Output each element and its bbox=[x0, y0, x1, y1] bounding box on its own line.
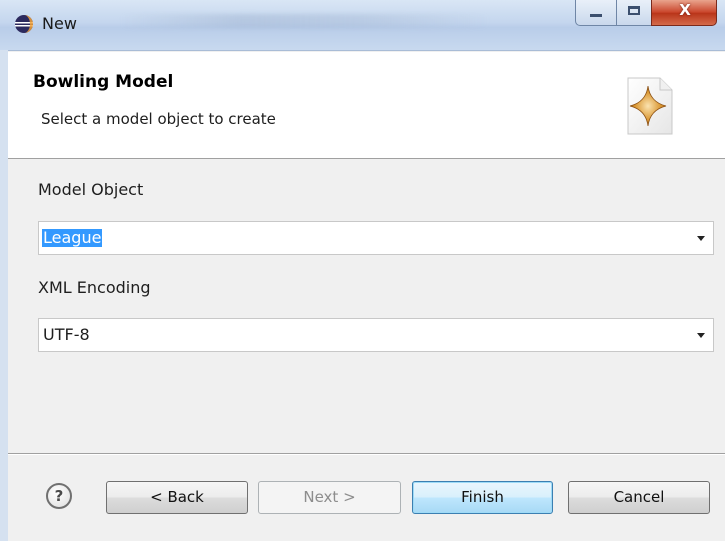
window-title: New bbox=[42, 14, 77, 33]
cancel-button[interactable]: Cancel bbox=[568, 481, 710, 514]
xml-encoding-combo[interactable]: UTF-8 bbox=[38, 318, 714, 352]
chevron-down-icon[interactable] bbox=[697, 236, 705, 241]
close-icon: X bbox=[679, 1, 691, 19]
close-button[interactable]: X bbox=[651, 0, 717, 26]
maximize-button[interactable] bbox=[616, 0, 652, 26]
chevron-down-icon[interactable] bbox=[697, 333, 705, 338]
maximize-icon bbox=[628, 6, 640, 15]
title-bar[interactable]: New X bbox=[0, 0, 725, 51]
window-left-edge bbox=[0, 50, 8, 541]
page-description: Select a model object to create bbox=[41, 110, 276, 128]
finish-button[interactable]: Finish bbox=[412, 481, 553, 514]
help-icon[interactable]: ? bbox=[46, 483, 72, 509]
xml-encoding-value: UTF-8 bbox=[43, 325, 90, 344]
title-bar-blur bbox=[120, 14, 490, 28]
model-object-combo[interactable]: League bbox=[38, 221, 714, 255]
button-bar-divider-highlight bbox=[8, 454, 725, 455]
minimize-icon bbox=[590, 14, 602, 17]
page-title: Bowling Model bbox=[33, 72, 174, 92]
xml-encoding-label: XML Encoding bbox=[38, 278, 151, 297]
back-button[interactable]: < Back bbox=[106, 481, 248, 514]
wizard-header: Bowling Model Select a model object to c… bbox=[8, 52, 725, 159]
eclipse-icon bbox=[15, 15, 33, 33]
model-object-label: Model Object bbox=[38, 180, 144, 199]
next-button[interactable]: Next > bbox=[258, 481, 401, 514]
wizard-sparkle-icon bbox=[627, 77, 673, 135]
minimize-button[interactable] bbox=[575, 0, 617, 26]
new-wizard-dialog: New X Bowling Model Select a model objec… bbox=[0, 0, 725, 541]
model-object-value: League bbox=[42, 228, 103, 247]
